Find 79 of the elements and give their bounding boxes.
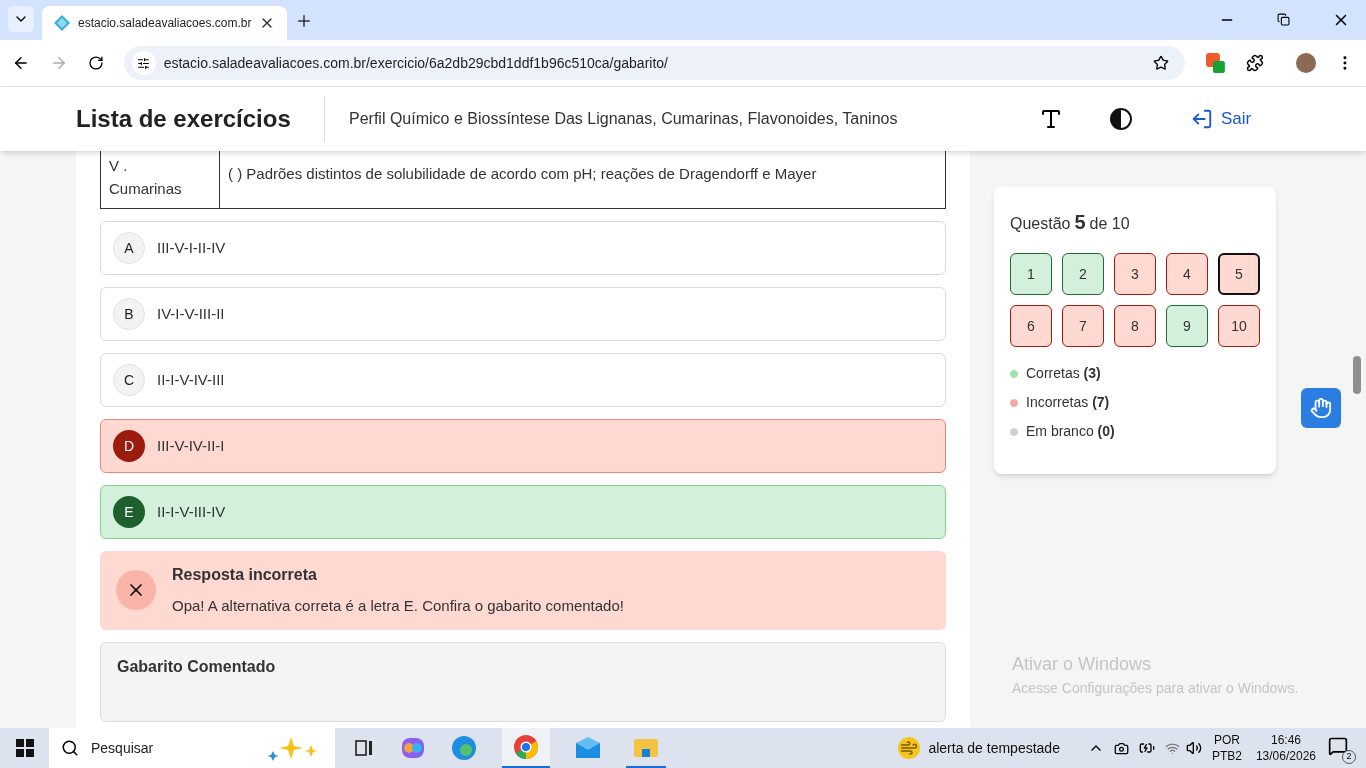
question-button[interactable]: 4 <box>1166 253 1208 295</box>
camera-icon[interactable] <box>1113 740 1129 756</box>
task-view-icon[interactable] <box>353 737 375 759</box>
feedback-title: Resposta incorreta <box>172 565 318 585</box>
sign-language-button[interactable] <box>1301 388 1341 428</box>
page-title: Lista de exercícios <box>76 104 292 134</box>
answer-option[interactable]: B IV-I-V-III-II <box>100 287 946 341</box>
folder-icon <box>634 737 658 757</box>
logout-icon <box>1191 108 1213 130</box>
contrast-icon[interactable] <box>1109 107 1133 131</box>
answer-option[interactable]: C II-I-V-IV-III <box>100 353 946 407</box>
question-total: de 10 <box>1089 214 1130 234</box>
site-settings-icon[interactable] <box>137 56 151 70</box>
restore-icon[interactable] <box>1277 13 1290 26</box>
question-button[interactable]: 2 <box>1062 253 1104 295</box>
battery-icon[interactable] <box>1138 740 1155 756</box>
mail-icon[interactable] <box>575 737 601 759</box>
question-button[interactable]: 6 <box>1010 305 1052 347</box>
hand-icon <box>1310 397 1332 419</box>
clock[interactable]: 16:46 13/06/2026 <box>1255 732 1316 764</box>
option-text: III-V-IV-II-I <box>157 435 225 456</box>
logout-button[interactable]: Sair <box>1191 106 1252 132</box>
chrome-icon <box>513 734 539 760</box>
table-cell-text: ( ) Padrões distintos de solubilidade de acordo com pH; reações de Dragendorff e Mayer <box>227 164 818 184</box>
font-size-icon[interactable] <box>1039 107 1063 131</box>
tab-search-button[interactable] <box>8 6 34 32</box>
close-icon <box>116 570 156 611</box>
question-number: 5 <box>1074 210 1086 235</box>
weather-text[interactable]: alerta de tempestade <box>928 737 1060 759</box>
extensions-icon[interactable] <box>1246 54 1265 72</box>
question-label: Questão <box>1010 214 1071 234</box>
notification-count: 2 <box>1342 750 1356 764</box>
question-button[interactable]: 3 <box>1114 253 1156 295</box>
option-letter: D <box>113 430 145 462</box>
option-letter: C <box>113 364 145 396</box>
feedback-message: Opa! A alternativa correta é a letra E. Confira o gabarito comentado! <box>172 596 624 616</box>
wifi-icon[interactable] <box>1164 740 1180 756</box>
windows-start-icon[interactable] <box>16 739 34 757</box>
answer-option[interactable]: A III-V-I-II-IV <box>100 221 946 275</box>
reload-icon[interactable] <box>87 55 104 71</box>
search-icon <box>61 739 79 757</box>
legend-label: Corretas (3) <box>1026 364 1101 383</box>
answer-option[interactable]: D III-V-IV-II-I <box>100 419 946 473</box>
diamond-logo-icon <box>54 15 70 31</box>
taskbar-search-field[interactable]: Pesquisar <box>49 728 335 768</box>
question-button[interactable]: 5 <box>1218 253 1260 295</box>
card-title: Gabarito Comentado <box>117 657 276 675</box>
back-icon[interactable] <box>12 54 30 72</box>
table-cell: V . Cumarinas <box>101 151 220 208</box>
notifications-icon[interactable] <box>1328 736 1348 756</box>
option-text: II-I-V-IV-III <box>157 369 225 390</box>
answer-option[interactable]: E II-I-V-III-IV <box>100 485 946 539</box>
search-placeholder: Pesquisar <box>91 738 155 758</box>
option-text: II-I-V-III-IV <box>157 501 226 522</box>
question-button[interactable]: 10 <box>1218 305 1260 347</box>
option-letter: E <box>113 496 145 528</box>
scrollbar-thumb[interactable] <box>1353 356 1361 394</box>
address-bar[interactable]: estacio.saladeavaliacoes.com.br/exercicio/6a2db29cbd1ddf1b96c510ca/gabarito/ <box>123 46 1185 80</box>
extension-icon[interactable] <box>1204 52 1227 74</box>
legend-label: Incorretas (7) <box>1026 393 1110 412</box>
bookmark-star-icon[interactable] <box>1152 55 1169 71</box>
storm-warning-icon[interactable] <box>898 737 921 759</box>
language-indicator[interactable]: POR PTB2 <box>1211 732 1242 764</box>
legend-label: Em branco (0) <box>1026 422 1115 441</box>
question-button[interactable]: 7 <box>1062 305 1104 347</box>
option-text: IV-I-V-III-II <box>157 303 225 324</box>
option-text: III-V-I-II-IV <box>157 237 226 258</box>
chrome-taskbar-button[interactable] <box>502 728 550 768</box>
question-button[interactable]: 9 <box>1166 305 1208 347</box>
browser-tab[interactable]: estacio.saladeavaliacoes.com.br <box>42 6 288 40</box>
option-letter: B <box>113 298 145 330</box>
volume-icon[interactable] <box>1185 740 1202 756</box>
url-text: estacio.saladeavaliacoes.com.br/exercicio/6a2db29cbd1ddf1b96c510ca/gabarito/ <box>163 53 669 73</box>
question-button[interactable]: 1 <box>1010 253 1052 295</box>
tab-title: estacio.saladeavaliacoes.com.br <box>78 15 252 32</box>
avatar[interactable] <box>1296 53 1317 73</box>
option-letter: A <box>113 232 145 264</box>
page-subtitle: Perfil Químico e Biossíntese Das Lignanas, Cumarinas, Flavonoides, Taninos <box>349 109 899 129</box>
question-button[interactable]: 8 <box>1114 305 1156 347</box>
